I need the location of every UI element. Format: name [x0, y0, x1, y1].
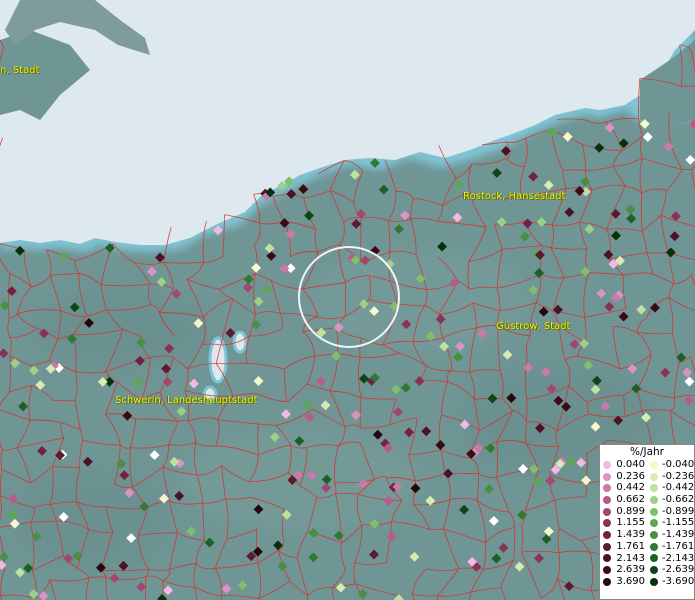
legend-entry-negative: -0.662 — [647, 494, 694, 506]
legend-value: -1.761 — [662, 540, 695, 552]
legend-entry-positive: 2.143 — [600, 553, 647, 565]
legend-entry-positive: 1.761 — [600, 541, 647, 553]
legend-swatch — [650, 566, 658, 575]
legend-entry-positive: 0.442 — [600, 482, 647, 494]
legend-swatch — [603, 554, 611, 563]
legend: %/Jahr 0.040 -0.040 0.236 -0.236 0.442 -0.442… — [599, 444, 695, 600]
legend-entry-negative: -0.899 — [647, 506, 694, 518]
city-label-rostock: Rostock, Hansestadt — [463, 191, 566, 202]
legend-value: 1.761 — [616, 540, 645, 552]
legend-swatch — [603, 577, 611, 586]
legend-swatch — [603, 566, 611, 575]
legend-entry-negative: -3.690 — [647, 576, 694, 588]
legend-swatch — [603, 507, 611, 516]
legend-entry-negative: -2.143 — [647, 553, 694, 565]
legend-row: 0.899 -0.899 — [600, 506, 694, 518]
legend-entry-positive: 0.899 — [600, 506, 647, 518]
legend-swatch — [650, 495, 658, 504]
city-label-schwerin: Schwerin, Landeshauptstadt — [115, 395, 258, 406]
city-label-west-edge: n, Stadt — [0, 65, 40, 76]
legend-row: 2.143 -2.143 — [600, 553, 694, 565]
legend-swatch — [603, 460, 611, 469]
legend-value: -0.236 — [662, 470, 695, 482]
legend-value: -0.662 — [662, 494, 695, 506]
legend-swatch — [650, 577, 658, 586]
legend-swatch — [603, 519, 611, 528]
legend-entry-negative: -2.639 — [647, 564, 694, 576]
legend-entry-negative: -0.442 — [647, 482, 694, 494]
legend-entry-positive: 2.639 — [600, 564, 647, 576]
legend-swatch — [603, 542, 611, 551]
legend-entry-positive: 0.662 — [600, 494, 647, 506]
legend-entry-positive: 1.439 — [600, 529, 647, 541]
legend-row: 3.690 -3.690 — [600, 576, 694, 588]
legend-row: 0.442 -0.442 — [600, 482, 694, 494]
legend-row: 0.662 -0.662 — [600, 494, 694, 506]
legend-entry-negative: -1.439 — [647, 529, 694, 541]
legend-rows: 0.040 -0.040 0.236 -0.236 0.442 -0.442 0.662 -0… — [600, 459, 694, 588]
legend-entry-positive: 0.040 — [600, 459, 647, 471]
legend-value: -0.899 — [662, 505, 695, 517]
legend-entry-negative: -1.761 — [647, 541, 694, 553]
legend-value: -3.690 — [662, 575, 695, 587]
legend-value: 0.899 — [616, 505, 645, 517]
legend-swatch — [603, 530, 611, 539]
legend-entry-negative: -1.155 — [647, 517, 694, 529]
map-canvas[interactable] — [0, 0, 695, 600]
legend-swatch — [650, 472, 658, 481]
legend-entry-positive: 1.155 — [600, 517, 647, 529]
legend-swatch — [650, 530, 658, 539]
city-label-guestrow: Güstrow, Stadt — [496, 321, 571, 332]
legend-row: 2.639 -2.639 — [600, 564, 694, 576]
legend-swatch — [603, 495, 611, 504]
legend-value: 1.155 — [616, 517, 645, 529]
legend-value: 0.040 — [616, 459, 645, 470]
legend-value: 1.439 — [616, 529, 645, 541]
legend-value: 0.662 — [616, 494, 645, 506]
legend-swatch — [650, 554, 658, 563]
legend-value: -0.040 — [662, 459, 695, 470]
legend-value: -0.442 — [662, 482, 695, 494]
legend-entry-positive: 0.236 — [600, 471, 647, 483]
legend-swatch — [650, 484, 658, 493]
legend-value: 0.442 — [616, 482, 645, 494]
legend-value: 0.236 — [616, 470, 645, 482]
legend-swatch — [650, 507, 658, 516]
legend-entry-negative: -0.236 — [647, 471, 694, 483]
legend-row: 1.761 -1.761 — [600, 541, 694, 553]
legend-value: -1.439 — [662, 529, 695, 541]
legend-row: 0.040 -0.040 — [600, 459, 694, 471]
legend-value: 3.690 — [616, 575, 645, 587]
legend-entry-positive: 3.690 — [600, 576, 647, 588]
legend-entry-negative: -0.040 — [647, 459, 694, 471]
legend-title: %/Jahr — [629, 446, 665, 458]
legend-value: 2.143 — [616, 552, 645, 564]
legend-swatch — [650, 519, 658, 528]
legend-row: 0.236 -0.236 — [600, 471, 694, 483]
legend-swatch — [603, 484, 611, 493]
legend-row: 1.155 -1.155 — [600, 517, 694, 529]
legend-row: 1.439 -1.439 — [600, 529, 694, 541]
legend-value: -1.155 — [662, 517, 695, 529]
legend-value: 2.639 — [616, 564, 645, 576]
legend-value: -2.639 — [662, 564, 695, 576]
legend-swatch — [603, 472, 611, 481]
lake-2 — [232, 330, 248, 354]
legend-value: -2.143 — [662, 552, 695, 564]
legend-swatch — [650, 460, 658, 469]
legend-swatch — [650, 542, 658, 551]
